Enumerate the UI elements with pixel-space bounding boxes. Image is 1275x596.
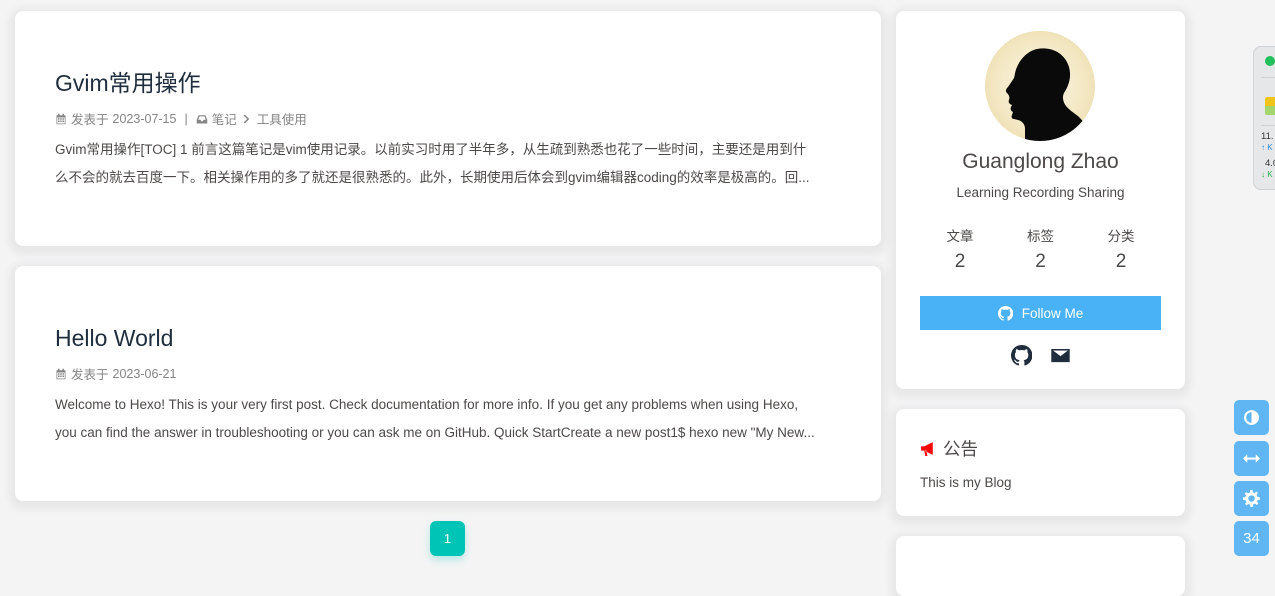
announcement-title: 公告 [943, 439, 978, 459]
post-date-label: 发表于 [71, 113, 109, 127]
divider [1261, 77, 1275, 78]
hide-aside-button[interactable] [1234, 441, 1269, 476]
envelope-icon[interactable] [1050, 345, 1071, 366]
download-unit: K [1267, 170, 1273, 179]
stat-value: 2 [954, 251, 966, 272]
author-description: Learning Recording Sharing [956, 185, 1125, 200]
post-excerpt: Welcome to Hexo! This is your very first… [55, 391, 840, 447]
download-arrow-icon: ↓ K [1261, 170, 1273, 179]
usage-bar [1265, 97, 1275, 115]
scroll-percent-button[interactable]: 34 [1234, 521, 1269, 556]
meta-separator: | [184, 111, 188, 126]
upload-unit: K [1267, 143, 1273, 152]
post-subcategory-link[interactable]: 工具使用 [257, 109, 307, 128]
settings-button[interactable] [1234, 481, 1269, 516]
stat-tags[interactable]: 标签 2 [1001, 225, 1081, 273]
post-date: 2023-06-21 [112, 366, 177, 381]
darkmode-button[interactable] [1234, 400, 1269, 435]
github-icon [997, 305, 1013, 321]
stat-categories[interactable]: 分类 2 [1081, 225, 1161, 273]
announcement-text: This is my Blog [920, 475, 1012, 490]
calendar-icon [55, 113, 67, 125]
network-speed-widget[interactable]: 11. ↑ K 4.0 ↓ K [1253, 46, 1275, 190]
author-card: Guanglong Zhao Learning Recording Sharin… [896, 11, 1185, 389]
post-excerpt: Gvim常用操作[TOC] 1 前言这篇笔记是vim使用记录。以前实习时用了半年… [55, 136, 840, 192]
cog-icon [1243, 490, 1260, 507]
download-speed: 4.0 [1265, 158, 1275, 169]
stat-value: 2 [1115, 251, 1127, 272]
stat-label: 文章 [946, 229, 974, 244]
post-meta: 发表于 2023-07-15 | 笔记 工具使用 [55, 109, 307, 128]
github-icon[interactable] [1010, 345, 1032, 366]
bullhorn-icon [920, 440, 937, 457]
announcement-header: 公告 [920, 436, 978, 461]
excerpt-line: you can find the answer in troubleshooti… [55, 425, 815, 440]
chevron-right-icon [241, 113, 253, 125]
post-category-link[interactable]: 笔记 [212, 109, 237, 128]
upload-arrow-icon: ↑ K [1261, 143, 1273, 152]
stat-value: 2 [1035, 251, 1046, 272]
stat-label: 标签 [1027, 229, 1054, 244]
excerpt-line: Gvim常用操作[TOC] 1 前言这篇笔记是vim使用记录。以前实习时用了半年… [55, 142, 807, 157]
follow-me-label: Follow Me [1021, 305, 1084, 321]
post-title-link[interactable]: Hello World [55, 324, 173, 352]
inbox-icon [196, 113, 208, 125]
upload-speed: 11. [1261, 131, 1274, 142]
post-meta: 发表于 2023-06-21 [55, 364, 176, 383]
post-date-label: 发表于 [71, 368, 109, 382]
stat-label: 分类 [1107, 229, 1135, 244]
divider [1261, 125, 1275, 126]
calendar-icon [55, 368, 67, 380]
half-circle-icon [1243, 409, 1260, 426]
post-title-link[interactable]: Gvim常用操作 [55, 69, 201, 97]
excerpt-line: 么不会的就去百度一下。相关操作用的多了就还是很熟悉的。此外，长期使用后体会到gv… [55, 170, 810, 185]
post-card: Hello World 发表于 2023-06-21 Welcome to He… [15, 266, 881, 501]
post-card: Gvim常用操作 发表于 2023-07-15 | 笔记 工具使用 Gvim常用… [15, 11, 881, 246]
excerpt-line: Welcome to Hexo! This is your very first… [55, 397, 799, 412]
post-date: 2023-07-15 [112, 111, 177, 126]
arrows-h-icon [1243, 450, 1260, 467]
author-name: Guanglong Zhao [962, 150, 1119, 173]
status-dot [1265, 56, 1275, 66]
announcement-card: 公告 This is my Blog [896, 409, 1185, 516]
avatar [985, 31, 1095, 141]
sidebar-card [896, 536, 1185, 596]
author-stats: 文章 2 标签 2 分类 2 [920, 225, 1161, 273]
pagination-current-page[interactable]: 1 [430, 521, 465, 556]
social-links [896, 345, 1185, 366]
stat-articles[interactable]: 文章 2 [920, 225, 1000, 273]
follow-me-button[interactable]: Follow Me [920, 296, 1161, 330]
